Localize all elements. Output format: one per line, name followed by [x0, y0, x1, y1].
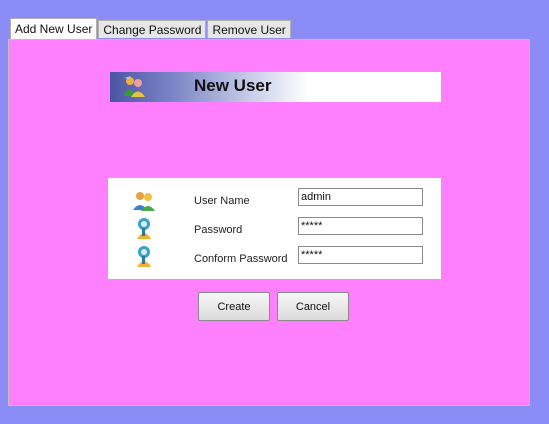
tab-change-password[interactable]: Change Password — [98, 20, 207, 38]
confirm-password-input[interactable] — [298, 246, 423, 264]
user-group-icon — [133, 192, 155, 211]
key-user-icon — [137, 218, 151, 239]
user-name-input[interactable] — [298, 188, 423, 206]
tab-bar: Add New User Change Password Remove User — [10, 18, 292, 39]
key-user-icon — [137, 246, 151, 267]
page-title: New User — [194, 76, 272, 95]
header-bar: New User — [110, 72, 441, 102]
new-user-form: User Name Password Conform Password — [108, 178, 441, 279]
tab-remove-user[interactable]: Remove User — [207, 20, 291, 38]
password-label: Password — [194, 224, 243, 236]
cancel-button[interactable]: Cancel — [277, 292, 349, 321]
user-name-label: User Name — [194, 195, 250, 207]
password-input[interactable] — [298, 217, 423, 235]
confirm-password-label: Conform Password — [194, 253, 288, 265]
tab-add-new-user[interactable]: Add New User — [10, 18, 98, 39]
users-icon — [123, 76, 145, 97]
create-button[interactable]: Create — [198, 292, 270, 321]
